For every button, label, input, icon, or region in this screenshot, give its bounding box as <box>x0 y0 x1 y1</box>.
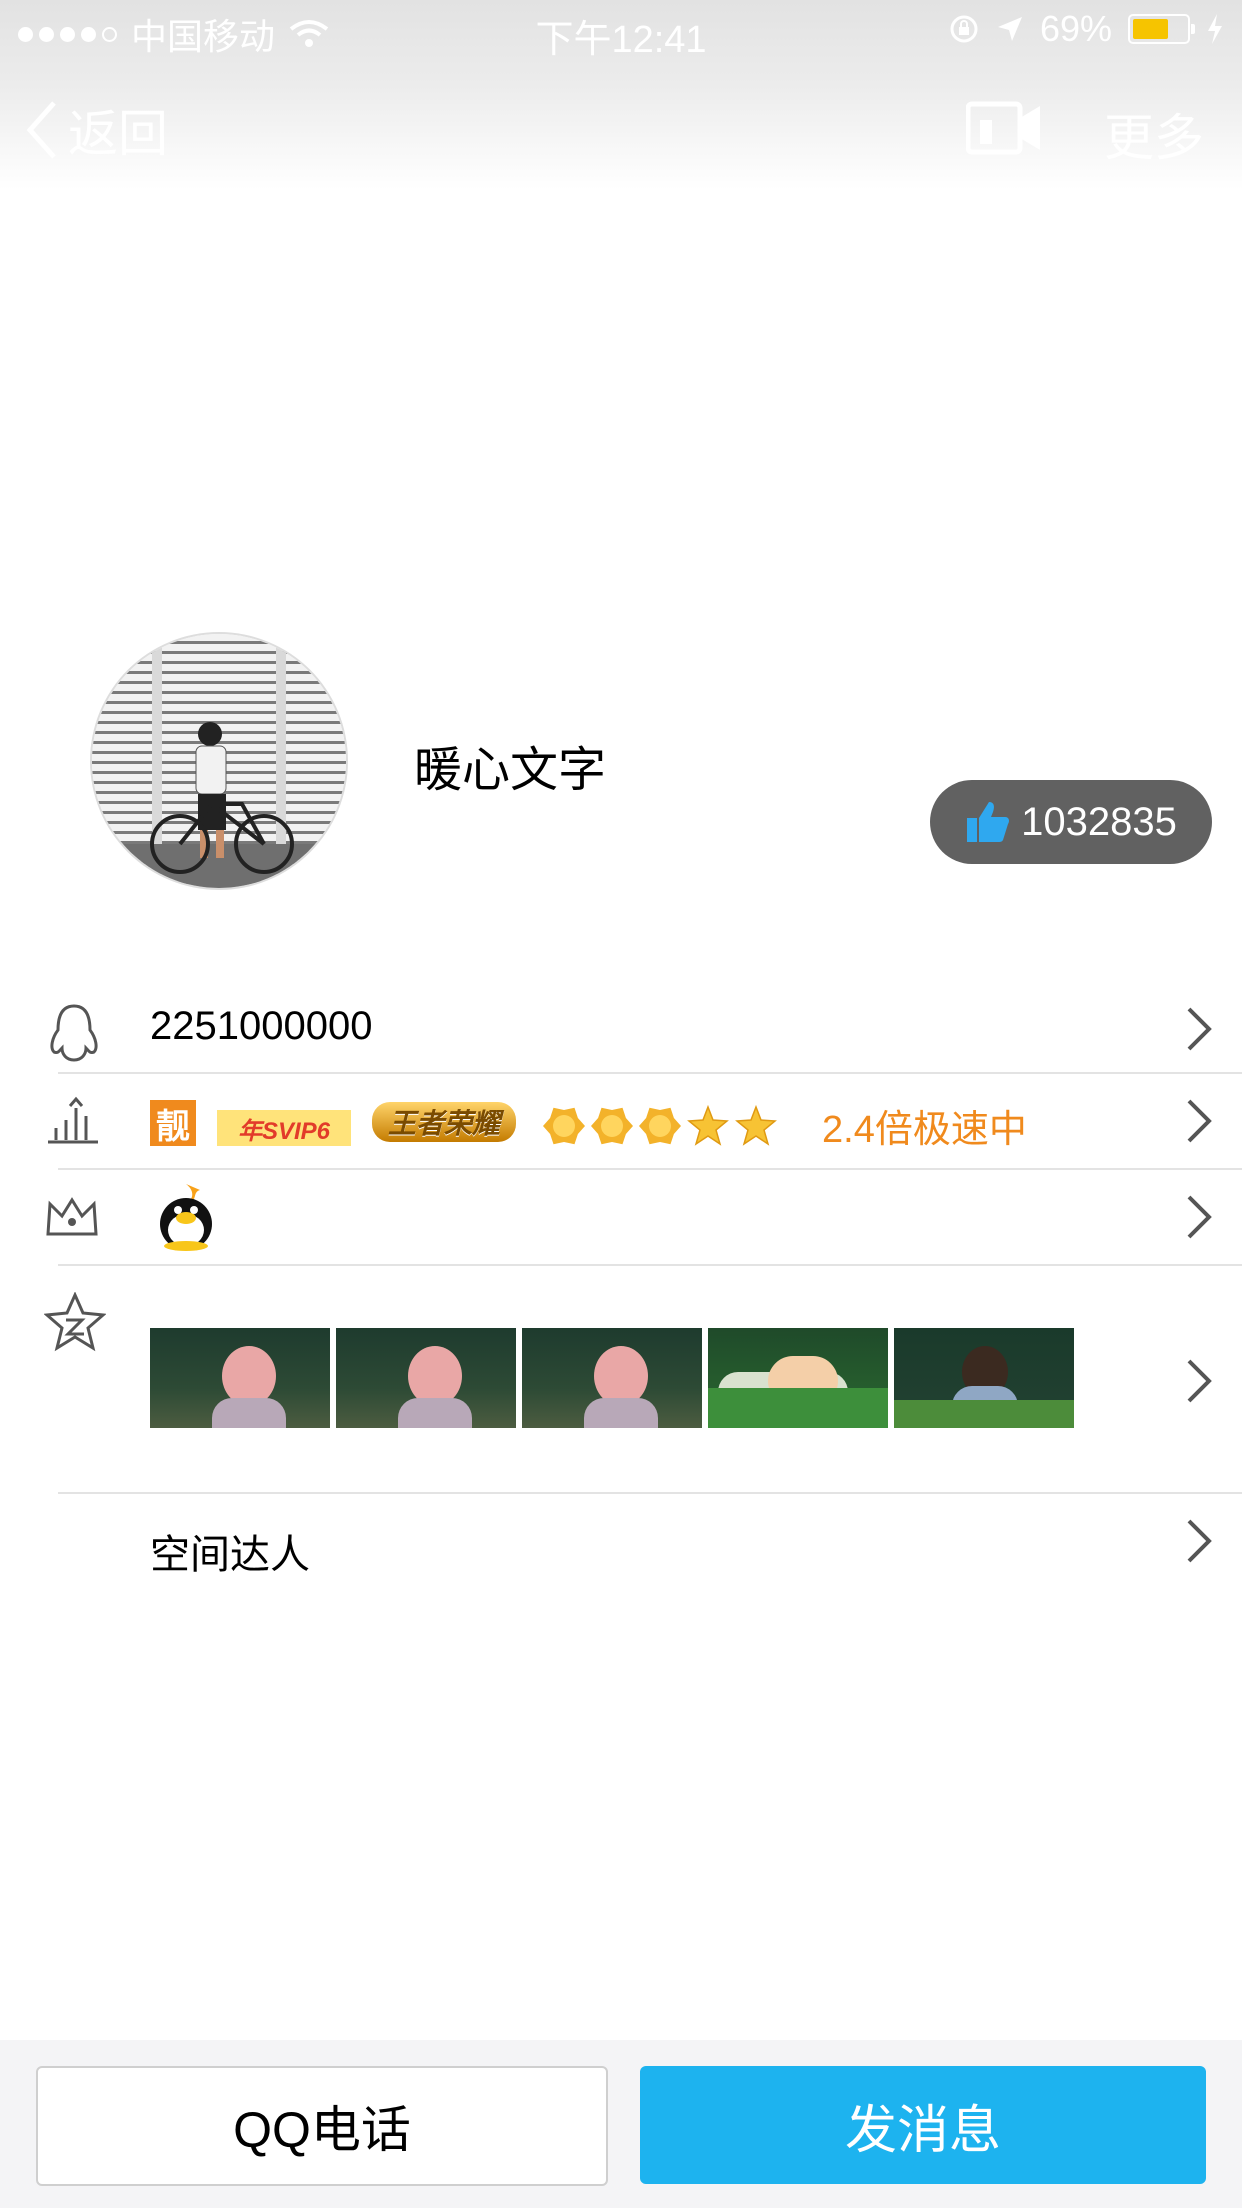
crown-icon <box>46 1197 98 1236</box>
level-icons <box>542 1104 778 1148</box>
qq-number: 2251000000 <box>150 1004 373 1048</box>
level-row[interactable]: 靓 年SVIP6 王者荣耀 2.4倍极速中 <box>0 1074 1242 1168</box>
nickname: 暖心文字 <box>414 744 607 797</box>
chevron-right-icon <box>1187 1359 1212 1403</box>
liang-badge: 靓 <box>150 1100 196 1146</box>
vip-row[interactable] <box>0 1170 1242 1264</box>
chevron-right-icon <box>1187 1007 1212 1051</box>
photo-thumbnail[interactable] <box>708 1328 888 1428</box>
back-button[interactable]: 返回 <box>24 94 168 166</box>
more-button[interactable]: 更多 <box>1104 98 1204 170</box>
star-level-icon <box>735 1104 777 1146</box>
nav-bar: 返回 更多 <box>0 62 1242 190</box>
back-label: 返回 <box>68 106 168 162</box>
penguin-icon <box>50 1004 98 1062</box>
speed-status: 2.4倍极速中 <box>822 1109 1027 1151</box>
photo-thumbnail[interactable] <box>336 1328 516 1428</box>
status-bar: 中国移动 下午12:41 69% <box>0 0 1242 62</box>
sun-level-icon <box>543 1107 585 1145</box>
level-chart-icon <box>48 1096 98 1144</box>
chevron-right-icon <box>1187 1099 1212 1143</box>
like-count: 1032835 <box>1021 799 1177 844</box>
bottom-action-bar: QQ电话 发消息 <box>0 2040 1242 2208</box>
photo-strip <box>150 1328 1074 1428</box>
orientation-lock-icon <box>950 15 978 43</box>
chevron-right-icon <box>1187 1195 1212 1239</box>
sun-level-icon <box>639 1107 681 1145</box>
chevron-left-icon <box>26 101 56 159</box>
avatar-cyclist-figure <box>92 722 346 888</box>
chevron-right-icon <box>1187 1519 1212 1563</box>
like-button[interactable]: 1032835 <box>930 780 1212 864</box>
battery-percent: 69% <box>1039 8 1112 49</box>
location-icon <box>997 17 1022 41</box>
qq-call-button[interactable]: QQ电话 <box>36 2066 608 2186</box>
photo-thumbnail[interactable] <box>522 1328 702 1428</box>
charging-icon <box>1208 14 1222 44</box>
svip-badge: 年SVIP6 <box>217 1110 351 1146</box>
star-level-icon <box>687 1104 729 1146</box>
qzone-star-icon <box>44 1292 106 1352</box>
sun-level-icon <box>591 1107 633 1145</box>
thumbs-up-icon <box>967 802 1010 842</box>
send-message-button[interactable]: 发消息 <box>640 2066 1206 2184</box>
game-badge: 王者荣耀 <box>372 1102 516 1142</box>
photo-thumbnail[interactable] <box>894 1328 1074 1428</box>
battery-icon <box>1128 14 1195 44</box>
avatar[interactable] <box>92 634 346 888</box>
qq-number-row[interactable]: 2251000000 <box>0 988 1242 1072</box>
video-call-icon[interactable] <box>966 100 1042 156</box>
qq-penguin-avatar-icon <box>160 1184 212 1251</box>
photo-thumbnail[interactable] <box>150 1328 330 1428</box>
talent-label: 空间达人 <box>150 1533 310 1577</box>
